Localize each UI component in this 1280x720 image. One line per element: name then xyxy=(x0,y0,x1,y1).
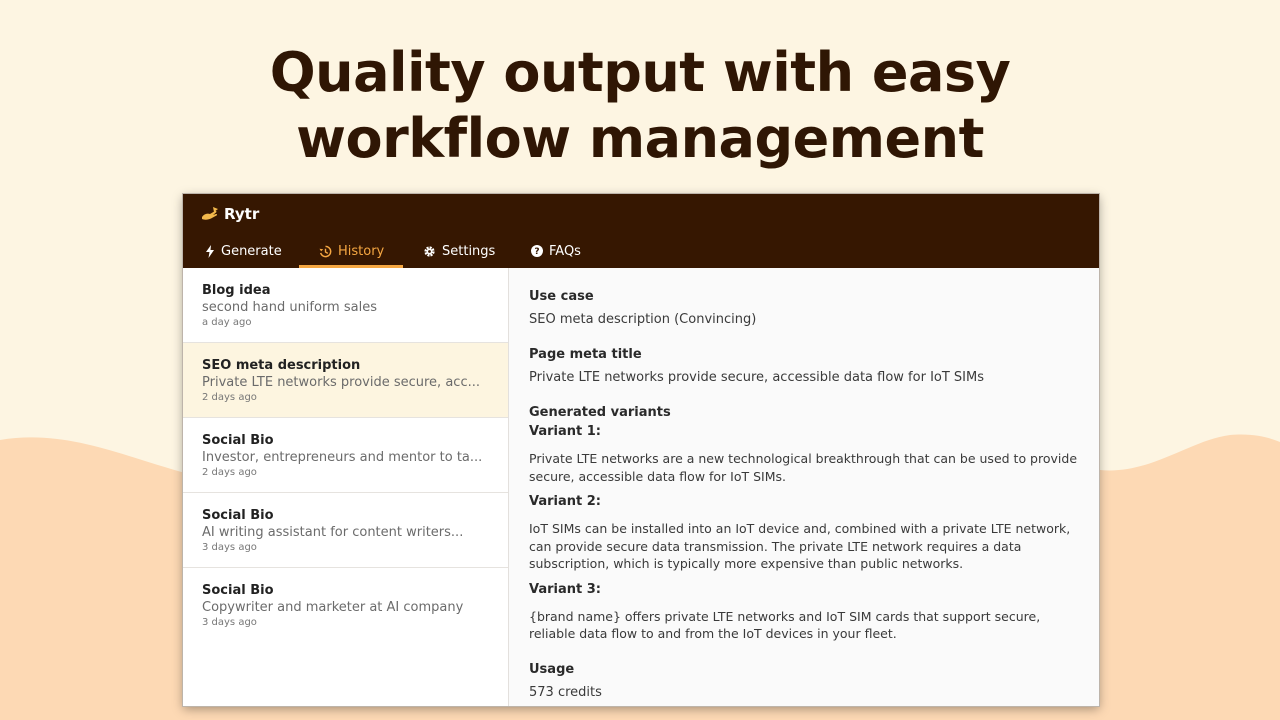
app-name: Rytr xyxy=(224,205,260,223)
history-item-title: Social Bio xyxy=(202,508,274,523)
tab-settings[interactable]: Settings xyxy=(423,234,533,268)
variant-label: Variant 2: xyxy=(529,494,602,509)
history-item-subtitle: second hand uniform sales xyxy=(202,300,377,315)
variant-text[interactable]: IoT SIMs can be installed into an IoT de… xyxy=(529,520,1083,573)
history-item[interactable]: Social Bio AI writing assistant for cont… xyxy=(183,493,508,568)
history-item-time: 3 days ago xyxy=(202,617,257,628)
gear-icon xyxy=(424,245,435,257)
usage-value: 573 credits xyxy=(529,684,602,700)
history-item[interactable]: Blog idea second hand uniform sales a da… xyxy=(183,268,508,343)
tab-history-label: History xyxy=(338,243,385,259)
variant-label: Variant 1: xyxy=(529,424,602,439)
history-item-title: Social Bio xyxy=(202,583,274,598)
meta-title-label: Page meta title xyxy=(529,347,642,362)
history-item-subtitle: Investor, entrepreneurs and mentor to ta… xyxy=(202,450,483,465)
question-icon: ? xyxy=(531,245,543,257)
history-item-subtitle: Copywriter and marketer at AI company xyxy=(202,600,464,615)
variant-text[interactable]: Private LTE networks are a new technolog… xyxy=(529,450,1083,485)
use-case-label: Use case xyxy=(529,289,594,304)
history-item[interactable]: Social Bio Investor, entrepreneurs and m… xyxy=(183,418,508,493)
history-item-time: a day ago xyxy=(202,317,252,328)
use-case-section: Use case SEO meta description (Convincin… xyxy=(529,288,1083,328)
variant-text[interactable]: {brand name} offers private LTE networks… xyxy=(529,608,1083,643)
app-window: Rytr Generate History Settings ? FAQs Bl… xyxy=(183,194,1099,706)
tab-generate[interactable]: Generate xyxy=(205,234,305,268)
history-item-selected[interactable]: SEO meta description Private LTE network… xyxy=(183,343,508,418)
app-topbar: Rytr Generate History Settings ? FAQs xyxy=(183,194,1099,268)
history-item-time: 3 days ago xyxy=(202,542,257,553)
svg-text:?: ? xyxy=(534,247,539,257)
history-detail-panel: Use case SEO meta description (Convincin… xyxy=(509,268,1099,706)
meta-title-section: Page meta title Private LTE networks pro… xyxy=(529,346,1083,386)
page-headline: Quality output with easy workflow manage… xyxy=(0,40,1280,172)
hand-writing-icon xyxy=(202,207,218,220)
tab-faqs-label: FAQs xyxy=(549,243,581,259)
history-item-title: SEO meta description xyxy=(202,358,361,373)
tab-history[interactable]: History xyxy=(299,234,403,268)
app-logo[interactable]: Rytr xyxy=(201,205,259,223)
use-case-value: SEO meta description (Convincing) xyxy=(529,312,757,327)
meta-title-value[interactable]: Private LTE networks provide secure, acc… xyxy=(529,369,1083,386)
tab-faqs[interactable]: ? FAQs xyxy=(531,234,611,268)
usage-section: Usage 573 credits xyxy=(529,661,1083,701)
history-icon xyxy=(319,245,332,257)
variants-label: Generated variants xyxy=(529,405,671,420)
variant-label: Variant 3: xyxy=(529,581,602,597)
history-item-title: Social Bio xyxy=(202,433,274,448)
history-item[interactable]: Social Bio Copywriter and marketer at AI… xyxy=(183,568,508,643)
history-item-title: Blog idea xyxy=(202,283,271,298)
history-list: Blog idea second hand uniform sales a da… xyxy=(183,268,509,706)
tab-settings-label: Settings xyxy=(442,243,496,259)
variants-section: Generated variants Variant 1: Private LT… xyxy=(529,404,1083,643)
usage-label: Usage xyxy=(529,661,575,677)
headline-line-2: workflow management xyxy=(296,107,984,170)
tab-generate-label: Generate xyxy=(221,243,282,259)
history-item-subtitle: Private LTE networks provide secure, acc… xyxy=(202,375,480,390)
bolt-icon xyxy=(206,244,214,258)
history-item-time: 2 days ago xyxy=(202,467,257,478)
history-item-time: 2 days ago xyxy=(202,392,257,403)
history-item-subtitle: AI writing assistant for content writers… xyxy=(202,525,464,540)
headline-line-1: Quality output with easy xyxy=(269,41,1011,104)
